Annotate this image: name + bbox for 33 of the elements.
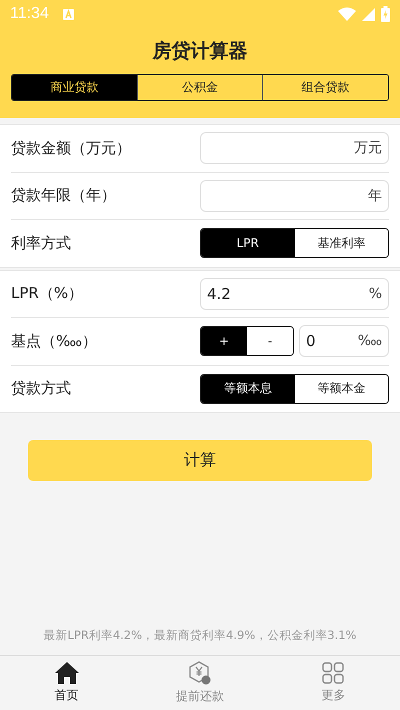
grid-icon [322, 662, 344, 684]
input-field[interactable]: 万元 [200, 132, 389, 164]
coin-icon [188, 661, 212, 685]
status-time: 11:34 [10, 5, 49, 23]
field-label: 贷款年限（年） [11, 186, 117, 206]
home-icon [54, 662, 79, 684]
app-title: 房贷计算器 [151, 39, 248, 64]
loan-type-tab[interactable]: 商业贷款 [12, 75, 137, 100]
input-field[interactable]: 年 [200, 180, 389, 212]
calculate-button[interactable]: 计算 [28, 440, 372, 481]
field-label: LPR（%） [11, 284, 84, 304]
loan-type-tab[interactable]: 组合贷款 [262, 75, 388, 100]
field-value: 0 [306, 332, 317, 350]
signal-icon [362, 8, 375, 20]
field-label: 利率方式 [11, 234, 72, 253]
segment-option[interactable]: LPR [201, 229, 294, 258]
unit-label: % [368, 286, 382, 302]
battery-icon [381, 6, 390, 22]
segment-option[interactable]: 等额本息 [201, 374, 294, 403]
nav-tab[interactable]: 首页 [0, 656, 134, 710]
input-field[interactable]: 4.2 % [200, 278, 389, 310]
field-value: 4.2 [207, 284, 232, 303]
unit-label: 年 [368, 186, 382, 205]
notification-icon [62, 8, 74, 20]
field-label: 基点（‱） [11, 332, 98, 351]
input-field[interactable]: 0 ‱ [299, 325, 389, 358]
sign-option[interactable]: + [201, 327, 247, 356]
wifi-icon [338, 7, 356, 21]
field-label: 贷款方式 [11, 379, 72, 398]
unit-label: 万元 [354, 139, 382, 158]
field-label: 贷款金额（万元） [11, 138, 132, 158]
rate-note: 最新LPR利率4.2%，最新商贷利率4.9%，公积金利率3.1% [42, 628, 358, 644]
unit-label: ‱ [358, 333, 382, 350]
